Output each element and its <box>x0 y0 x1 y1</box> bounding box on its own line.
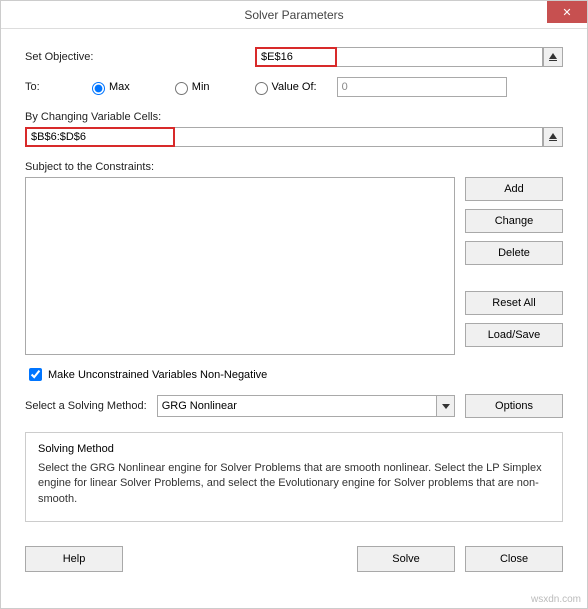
to-label: To: <box>25 81 87 93</box>
set-objective-label: Set Objective: <box>25 51 255 63</box>
delete-button[interactable]: Delete <box>465 241 563 265</box>
nonneg-checkbox[interactable]: Make Unconstrained Variables Non-Negativ… <box>25 365 563 384</box>
collapse-icon[interactable] <box>543 127 563 147</box>
change-button[interactable]: Change <box>465 209 563 233</box>
value-of-input[interactable] <box>337 77 507 97</box>
add-button[interactable]: Add <box>465 177 563 201</box>
value-of-radio-input[interactable] <box>255 82 268 95</box>
max-radio-input[interactable] <box>92 82 105 95</box>
nonneg-checkbox-input[interactable] <box>29 368 42 381</box>
solver-dialog: Solver Parameters ✕ Set Objective: To: M… <box>0 0 588 609</box>
info-text: Select the GRG Nonlinear engine for Solv… <box>38 461 550 507</box>
method-select[interactable]: GRG Nonlinear <box>157 395 437 417</box>
max-radio[interactable]: Max <box>87 79 130 95</box>
solve-button[interactable]: Solve <box>357 546 455 572</box>
min-radio-input[interactable] <box>175 82 188 95</box>
watermark: wsxdn.com <box>531 594 581 605</box>
changing-cells-input[interactable] <box>25 127 175 147</box>
info-title: Solving Method <box>38 443 550 455</box>
value-of-radio[interactable]: Value Of: <box>250 79 317 95</box>
close-button[interactable]: Close <box>465 546 563 572</box>
constraints-label: Subject to the Constraints: <box>25 161 563 173</box>
changing-cells-ext[interactable] <box>175 127 543 147</box>
title-text: Solver Parameters <box>244 8 343 22</box>
method-label: Select a Solving Method: <box>25 400 147 412</box>
reset-button[interactable]: Reset All <box>465 291 563 315</box>
changing-cells-label: By Changing Variable Cells: <box>25 111 563 123</box>
objective-input[interactable] <box>255 47 337 67</box>
help-button[interactable]: Help <box>25 546 123 572</box>
min-radio[interactable]: Min <box>170 79 210 95</box>
chevron-down-icon[interactable] <box>437 395 455 417</box>
titlebar: Solver Parameters ✕ <box>1 1 587 29</box>
close-icon[interactable]: ✕ <box>547 1 587 23</box>
objective-input-ext[interactable] <box>337 47 543 67</box>
options-button[interactable]: Options <box>465 394 563 418</box>
collapse-icon[interactable] <box>543 47 563 67</box>
info-box: Solving Method Select the GRG Nonlinear … <box>25 432 563 522</box>
loadsave-button[interactable]: Load/Save <box>465 323 563 347</box>
constraints-list[interactable] <box>25 177 455 355</box>
